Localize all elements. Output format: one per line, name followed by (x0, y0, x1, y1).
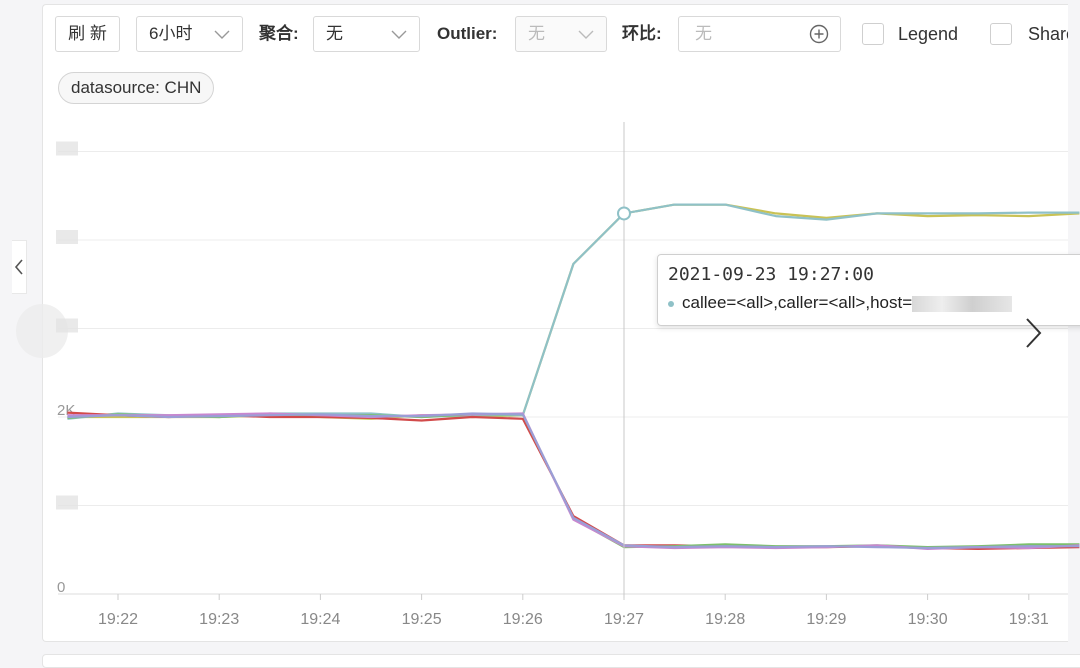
x-tick-label: 19:26 (503, 611, 543, 628)
chart-tooltip: 2021-09-23 19:27:00 callee=<all>,caller=… (657, 254, 1080, 326)
x-tick-label: 19:27 (604, 611, 644, 628)
line-chart: 02K 19:22 19:23 19:24 19:25 19:26 19:27 19:28 1… (56, 4, 1080, 644)
redacted-host (912, 295, 1013, 312)
y-axis-labels: 02K (56, 141, 78, 596)
redacted-y-label (56, 495, 78, 510)
x-tick-label: 19:28 (705, 611, 745, 628)
redacted-y-label (56, 141, 78, 156)
x-tick-label: 19:30 (908, 611, 948, 628)
chart-grid (58, 151, 1068, 595)
chevron-right-icon[interactable] (1020, 316, 1046, 350)
tooltip-series-row: callee=<all>,caller=<all>,host= (668, 293, 1013, 313)
tooltip-time: 2021-09-23 19:27:00 (668, 264, 874, 285)
x-tick-label: 19:31 (1009, 611, 1049, 628)
series-line-4 (67, 413, 1080, 549)
redacted-y-label (56, 230, 78, 244)
hover-point (617, 206, 631, 221)
y-tick-label: 0 (57, 579, 65, 596)
tooltip-series-label: callee=<all>,caller=<all>,host= (682, 293, 913, 312)
series-line-5 (67, 412, 1080, 550)
x-tick-label: 19:25 (402, 611, 442, 628)
series-color-dot (668, 300, 674, 307)
x-tick-label: 19:29 (806, 611, 846, 628)
redacted-y-label (56, 318, 78, 333)
x-tick-label: 19:23 (199, 611, 239, 628)
x-tick-label: 19:22 (98, 611, 138, 628)
x-tick-label: 19:24 (300, 611, 340, 628)
x-axis-labels: 19:22 19:23 19:24 19:25 19:26 19:27 19:28 19:29… (98, 594, 1049, 628)
series-line-3 (67, 411, 1080, 550)
series-line-6 (67, 412, 1080, 550)
